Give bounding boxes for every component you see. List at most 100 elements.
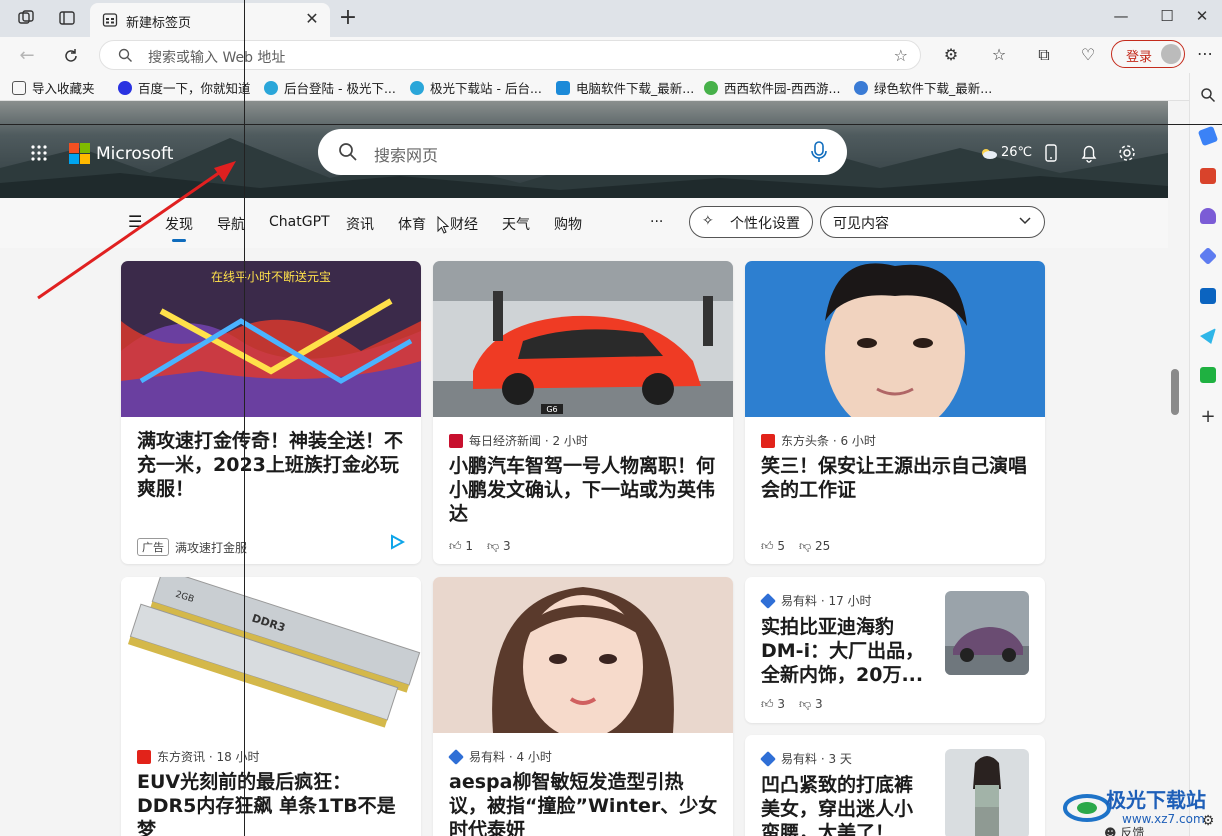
mobile-icon[interactable] — [1041, 143, 1061, 163]
like-count: 1 — [465, 539, 473, 553]
games-icon[interactable] — [1200, 208, 1216, 224]
sparkle-icon: ✧ — [702, 213, 714, 229]
card-title: 实拍比亚迪海豹DM-i：大厂出品，全新内饰，20万... — [761, 616, 925, 686]
visible-content-dropdown[interactable]: 可见内容 — [820, 206, 1045, 238]
shopping-tag-icon[interactable] — [1197, 125, 1219, 147]
like-button[interactable]: 👍︎ 5 — [761, 539, 785, 554]
site-icon — [410, 80, 424, 95]
more-menu-icon[interactable]: ⋯ — [1194, 43, 1216, 65]
favorite-label: 后台登陆 - 极光下... — [284, 81, 396, 96]
watermark-name: 极光下载站 — [1106, 788, 1206, 812]
portrait-image — [433, 577, 733, 733]
search-icon — [338, 142, 358, 166]
news-card[interactable]: 易有料 · 3 天 凹凸紧致的打底裤美女，穿出迷人小蛮腰，太美了！ — [745, 735, 1045, 836]
dislike-count: 25 — [815, 539, 831, 553]
search-icon[interactable] — [1200, 87, 1216, 103]
favorites-icon[interactable]: ☆ — [988, 44, 1010, 66]
personalize-button[interactable]: ✧ 个性化设置 — [689, 206, 813, 238]
notification-bell-icon[interactable] — [1079, 143, 1099, 163]
red-arrow-annotation — [37, 161, 236, 300]
source-label: 易有料 · 17 小时 — [781, 594, 872, 608]
weather-widget[interactable]: 26℃ — [980, 145, 1032, 160]
nav-shopping[interactable]: 购物 — [554, 214, 582, 234]
favorite-item[interactable]: 后台登陆 - 极光下... — [264, 78, 396, 97]
news-card[interactable]: 易有料 · 17 小时 实拍比亚迪海豹DM-i：大厂出品，全新内饰，20万...… — [745, 577, 1045, 723]
microphone-icon[interactable] — [811, 141, 827, 167]
nav-chatgpt[interactable]: ChatGPT — [269, 214, 330, 230]
card-source: 东方资讯 · 18 小时 — [137, 748, 260, 765]
ad-source: 广告 满攻速打金服 — [137, 538, 247, 556]
favorite-label: 极光下载站 - 后台... — [430, 81, 542, 96]
nav-news[interactable]: 资讯 — [346, 214, 374, 234]
dislike-button[interactable]: 👎︎ 3 — [487, 539, 511, 554]
favorite-label: 电脑软件下载_最新... — [576, 81, 695, 96]
performance-icon[interactable]: ♡ — [1077, 44, 1099, 66]
settings-gear-icon[interactable] — [1117, 143, 1137, 163]
news-card[interactable]: 东方头条 · 6 小时 笑三！保安让王源出示自己演唱会的工作证 👍︎ 5 👎︎ … — [745, 261, 1045, 564]
card-title: 满攻速打金传奇！神装全送！不充一米，2023上班族打金必玩爽服！ — [137, 430, 404, 500]
news-card[interactable]: G6 每日经济新闻 · 2 小时 小鹏汽车智驾一号人物离职！何小鹏发文确认，下一… — [433, 261, 733, 564]
dislike-button[interactable]: 👎︎ 3 — [799, 697, 823, 712]
send-icon[interactable] — [1200, 328, 1216, 344]
news-card[interactable]: DDR3 2GB 东方资讯 · 18 小时 EUV光刻前的最后疯狂：DDR5内存… — [121, 577, 421, 836]
source-logo-icon — [448, 748, 464, 765]
ad-tag: 广告 — [137, 538, 169, 556]
new-tab-button[interactable]: + — [336, 6, 360, 30]
card-title: 笑三！保安让王源出示自己演唱会的工作证 — [761, 455, 1028, 501]
extensions-icon[interactable]: ⚙ — [940, 44, 962, 66]
source-label: 东方头条 · 6 小时 — [781, 434, 876, 448]
feedback-button[interactable]: ☻ 反馈 — [1104, 824, 1144, 836]
close-window-button[interactable]: ✕ — [1182, 3, 1222, 31]
source-label: 每日经济新闻 · 2 小时 — [469, 434, 588, 448]
like-button[interactable]: 👍︎ 3 — [761, 697, 785, 712]
copilot-icon[interactable] — [1198, 246, 1218, 266]
nav-sports[interactable]: 体育 — [398, 214, 426, 234]
nav-finance[interactable]: 财经 — [450, 214, 478, 234]
card-source: 每日经济新闻 · 2 小时 — [449, 432, 588, 449]
close-icon[interactable]: ✕ — [302, 9, 322, 29]
favorite-item[interactable]: 电脑软件下载_最新... — [556, 78, 694, 97]
favorite-label: 绿色软件下载_最新... — [874, 81, 993, 96]
mouse-cursor-icon — [437, 216, 449, 234]
cloud-icon — [982, 148, 997, 159]
iqiyi-icon[interactable] — [1200, 367, 1216, 383]
source-label: 易有料 · 4 小时 — [469, 750, 552, 764]
favorite-item[interactable]: 绿色软件下载_最新... — [854, 78, 992, 97]
tools-briefcase-icon[interactable] — [1200, 168, 1216, 184]
card-title: 凹凸紧致的打底裤美女，穿出迷人小蛮腰，太美了！ — [761, 774, 914, 836]
outlook-icon[interactable] — [1200, 288, 1216, 304]
login-button[interactable]: 登录 — [1111, 40, 1185, 68]
personalize-label: 个性化设置 — [730, 216, 800, 232]
add-icon[interactable]: + — [1200, 408, 1216, 426]
car-image: G6 — [433, 261, 733, 417]
ram-image: DDR3 2GB — [121, 577, 421, 733]
nav-more[interactable]: ··· — [650, 214, 663, 230]
dislike-button[interactable]: 👎︎ 25 — [799, 539, 830, 554]
web-search-input[interactable]: 搜索网页 — [318, 129, 847, 175]
feedback-icon: ☻ — [1104, 826, 1121, 836]
ad-choices-icon[interactable] — [389, 534, 406, 554]
scrollbar-thumb[interactable] — [1171, 369, 1179, 415]
card-source: 易有料 · 3 天 — [760, 750, 852, 767]
add-favorite-icon[interactable]: ☆ — [894, 46, 908, 65]
site-icon — [704, 80, 718, 95]
favorite-item[interactable]: 西西软件园-西西游... — [704, 78, 840, 97]
source-logo-icon — [760, 750, 776, 767]
nav-weather[interactable]: 天气 — [502, 214, 530, 234]
ad-source-label: 满攻速打金服 — [175, 540, 248, 555]
watermark-swirl-icon — [1063, 794, 1111, 822]
login-label: 登录 — [1126, 50, 1153, 65]
visible-content-label: 可见内容 — [833, 216, 889, 232]
news-card[interactable]: 易有料 · 4 小时 aespa柳智敏短发造型引热议，被指“撞脸”Winter、… — [433, 577, 733, 836]
favorite-item[interactable]: 极光下载站 - 后台... — [410, 78, 542, 97]
minimize-button[interactable]: — — [1098, 3, 1144, 31]
weather-temp: 26℃ — [1001, 145, 1033, 160]
collections-icon[interactable]: ⧉ — [1033, 44, 1055, 66]
dislike-count: 3 — [503, 539, 511, 553]
car-thumbnail — [945, 591, 1029, 675]
like-count: 5 — [777, 539, 785, 553]
site-icon — [556, 80, 570, 95]
card-title: EUV光刻前的最后疯狂：DDR5内存狂飙 单条1TB不是梦 — [137, 771, 396, 836]
source-logo-icon — [449, 433, 463, 448]
like-button[interactable]: 👍︎ 1 — [449, 539, 473, 554]
